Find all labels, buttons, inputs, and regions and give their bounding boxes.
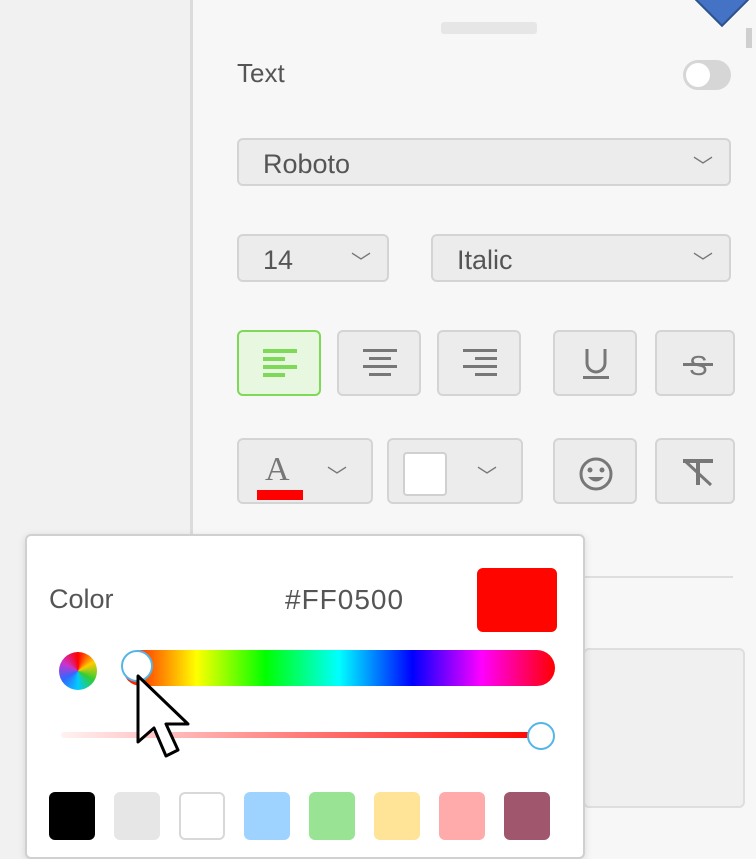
chevron-down-icon: ﹀	[351, 252, 371, 274]
background-color-button[interactable]: ﹀	[387, 438, 523, 504]
text-section-label: Text	[237, 58, 285, 88]
chevron-down-icon: ﹀	[693, 156, 713, 178]
align-left-icon	[263, 349, 297, 377]
font-style-select[interactable]: Italic ﹀	[431, 234, 731, 282]
text-color-button[interactable]: A ﹀	[237, 438, 373, 504]
color-picker-title: Color	[49, 584, 114, 614]
preset-swatch[interactable]	[374, 792, 420, 840]
clear-format-icon	[683, 459, 713, 487]
smiley-icon	[579, 457, 613, 491]
font-style-value: Italic	[457, 245, 513, 275]
corner-marker	[690, 0, 754, 28]
strikethrough-icon: S	[683, 350, 713, 381]
font-family-select[interactable]: Roboto ﹀	[237, 138, 731, 186]
text-content-area[interactable]	[583, 648, 745, 808]
preset-swatch[interactable]	[179, 792, 225, 840]
align-right-icon	[463, 349, 497, 376]
color-wheel-icon[interactable]	[59, 652, 97, 690]
font-family-value: Roboto	[263, 149, 351, 179]
align-center-icon	[363, 349, 397, 376]
preset-swatch[interactable]	[244, 792, 290, 840]
font-size-select[interactable]: 14 ﹀	[237, 234, 389, 282]
background-color-swatch	[403, 452, 447, 496]
underline-icon	[583, 349, 609, 379]
scrollbar[interactable]	[746, 28, 752, 48]
color-picker-popover: Color #FF0500	[25, 534, 585, 859]
underline-button[interactable]	[553, 330, 637, 396]
hex-value[interactable]: #FF0500	[285, 584, 404, 616]
preset-swatch[interactable]	[309, 792, 355, 840]
drag-handle[interactable]	[441, 22, 537, 34]
font-size-value: 14	[263, 245, 294, 275]
align-left-button[interactable]	[237, 330, 321, 396]
chevron-down-icon: ﹀	[327, 466, 347, 488]
align-right-button[interactable]	[437, 330, 521, 396]
chevron-down-icon: ﹀	[693, 252, 713, 274]
toggle-knob	[686, 63, 710, 87]
text-toggle[interactable]	[683, 60, 731, 90]
align-center-button[interactable]	[337, 330, 421, 396]
svg-text:A: A	[265, 451, 290, 488]
preset-swatch[interactable]	[504, 792, 550, 840]
preset-swatch[interactable]	[114, 792, 160, 840]
opacity-slider[interactable]	[61, 732, 541, 738]
current-color-swatch[interactable]	[477, 568, 557, 632]
text-color-icon: A	[257, 451, 303, 500]
opacity-slider-handle[interactable]	[527, 722, 555, 750]
preset-swatch[interactable]	[439, 792, 485, 840]
clear-format-button[interactable]	[655, 438, 735, 504]
chevron-down-icon: ﹀	[477, 466, 497, 488]
section-divider	[583, 576, 733, 578]
emoji-button[interactable]	[553, 438, 637, 504]
preset-swatch[interactable]	[49, 792, 95, 840]
strikethrough-button[interactable]: S	[655, 330, 735, 396]
mouse-cursor-icon	[136, 674, 190, 758]
